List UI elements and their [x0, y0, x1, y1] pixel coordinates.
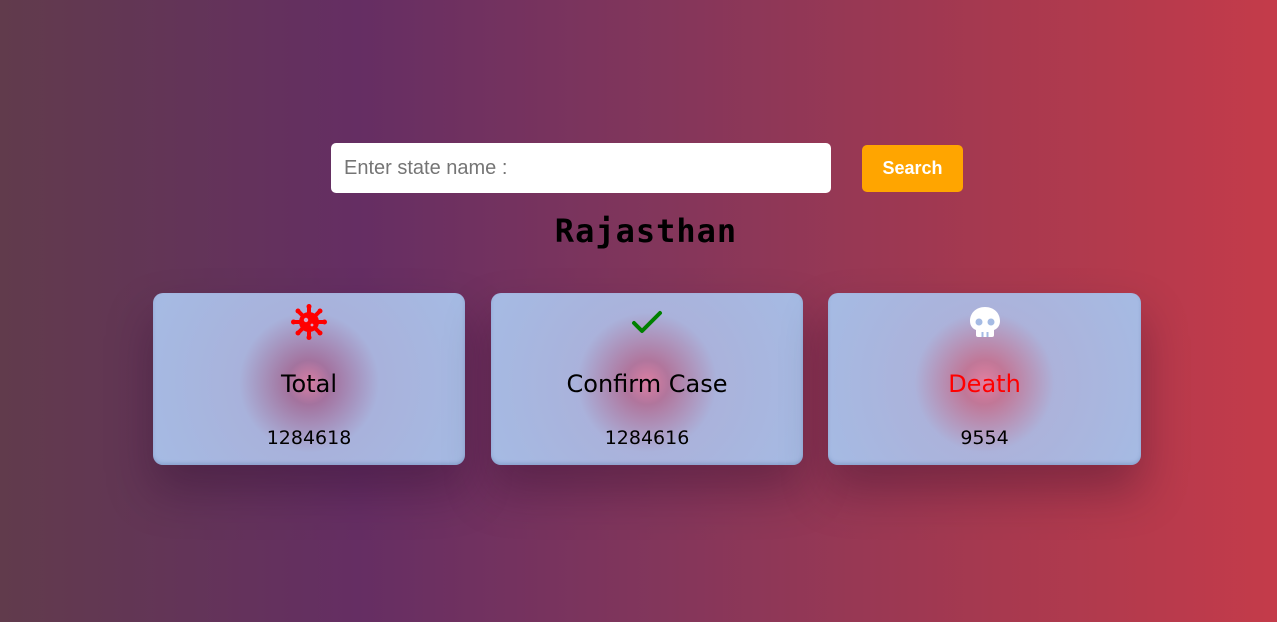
death-label: Death [948, 370, 1021, 398]
state-search-input[interactable] [331, 143, 831, 193]
death-value: 9554 [960, 427, 1009, 449]
virus-icon [291, 304, 327, 340]
total-value: 1284618 [266, 427, 352, 449]
search-bar: Search [331, 143, 963, 193]
confirm-case-value: 1284616 [604, 427, 690, 449]
stats-cards: Total 1284618 Confirm Case 1284616 Death… [153, 293, 1141, 465]
total-label: Total [280, 370, 338, 398]
death-card: Death 9554 [828, 293, 1141, 465]
state-title: Rajasthan [554, 212, 738, 250]
confirm-case-label: Confirm Case [566, 370, 728, 398]
confirm-case-card: Confirm Case 1284616 [491, 293, 803, 465]
skull-icon [967, 304, 1003, 340]
check-icon [629, 304, 665, 340]
total-card: Total 1284618 [153, 293, 465, 465]
search-button[interactable]: Search [862, 145, 963, 192]
